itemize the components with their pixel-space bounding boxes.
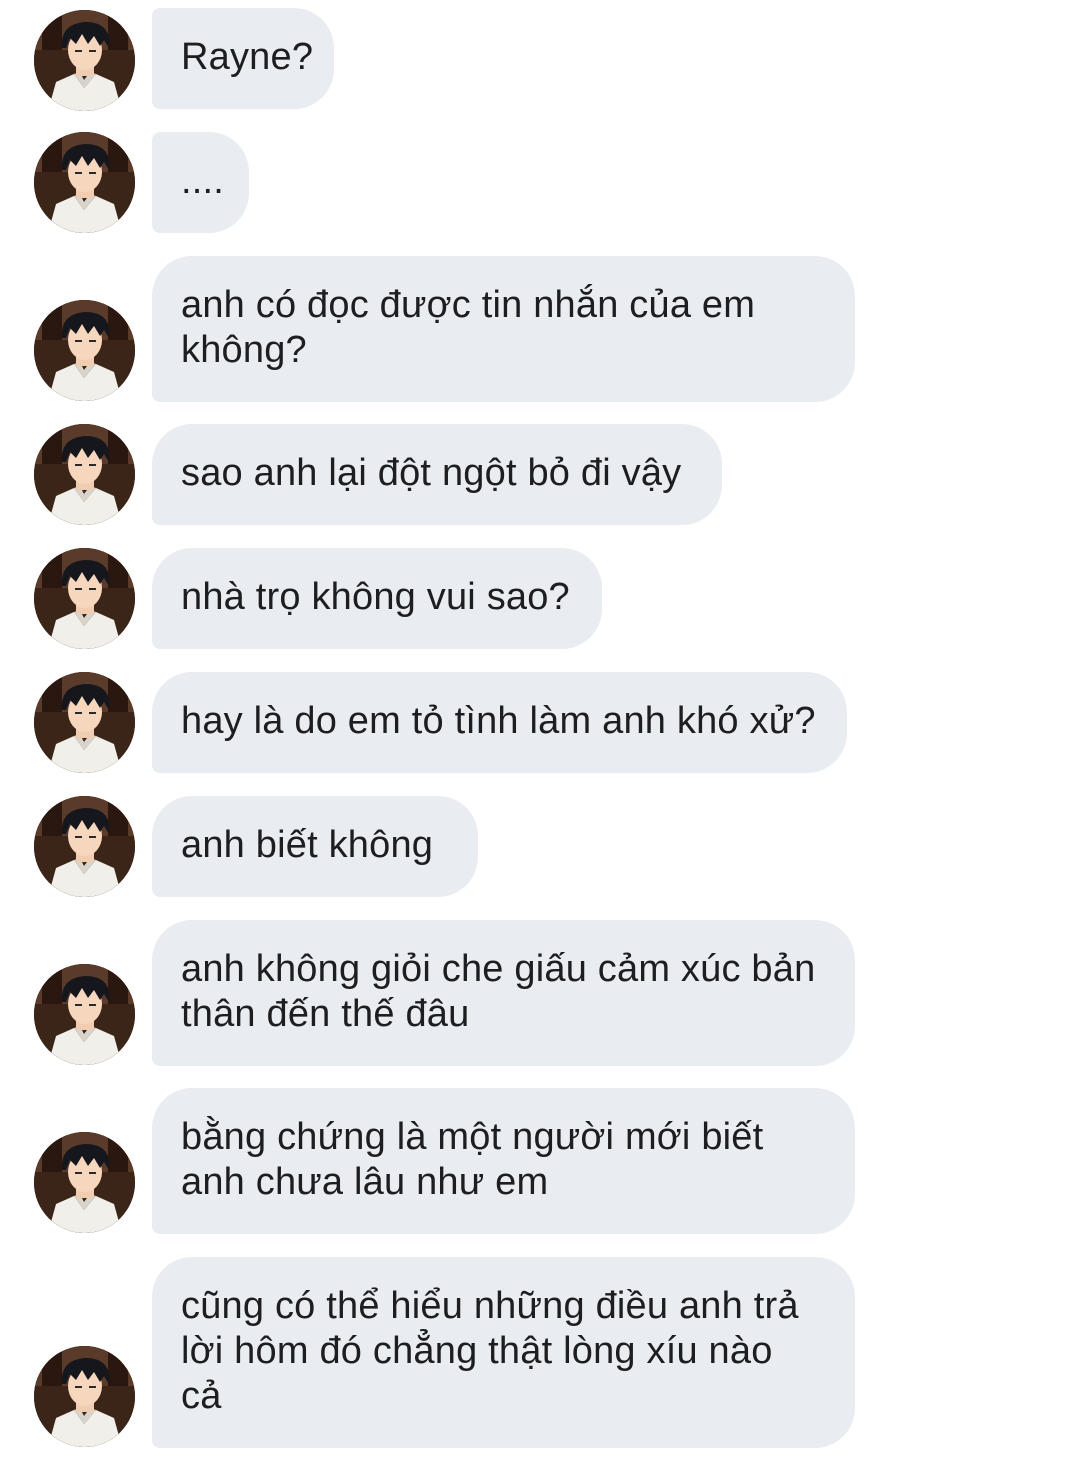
male-anime-avatar-icon (34, 964, 135, 1065)
sender-avatar[interactable] (34, 132, 135, 233)
message-bubble[interactable]: sao anh lại đột ngột bỏ đi vậy (152, 424, 722, 525)
sender-avatar[interactable] (34, 796, 135, 897)
male-anime-avatar-icon (34, 132, 135, 233)
message-bubble[interactable]: anh có đọc được tin nhắn của em không? (152, 256, 855, 402)
sender-avatar[interactable] (34, 1132, 135, 1233)
sender-avatar[interactable] (34, 424, 135, 525)
message-bubble[interactable]: .... (152, 132, 249, 233)
sender-avatar[interactable] (34, 1346, 135, 1447)
male-anime-avatar-icon (34, 10, 135, 111)
sender-avatar[interactable] (34, 672, 135, 773)
message-bubble[interactable]: anh không giỏi che giấu cảm xúc bản thân… (152, 920, 855, 1066)
message-bubble[interactable]: hay là do em tỏ tình làm anh khó xử? (152, 672, 847, 773)
message-bubble[interactable]: cũng có thể hiểu những điều anh trả lời … (152, 1257, 855, 1448)
male-anime-avatar-icon (34, 796, 135, 897)
message-bubble[interactable]: Rayne? (152, 8, 334, 109)
sender-avatar[interactable] (34, 548, 135, 649)
male-anime-avatar-icon (34, 1132, 135, 1233)
message-bubble[interactable]: bằng chứng là một người mới biết anh chư… (152, 1088, 855, 1234)
message-bubble[interactable]: anh biết không (152, 796, 478, 897)
male-anime-avatar-icon (34, 672, 135, 773)
sender-avatar[interactable] (34, 964, 135, 1065)
male-anime-avatar-icon (34, 300, 135, 401)
sender-avatar[interactable] (34, 10, 135, 111)
male-anime-avatar-icon (34, 1346, 135, 1447)
male-anime-avatar-icon (34, 424, 135, 525)
sender-avatar[interactable] (34, 300, 135, 401)
message-bubble[interactable]: nhà trọ không vui sao? (152, 548, 602, 649)
male-anime-avatar-icon (34, 548, 135, 649)
